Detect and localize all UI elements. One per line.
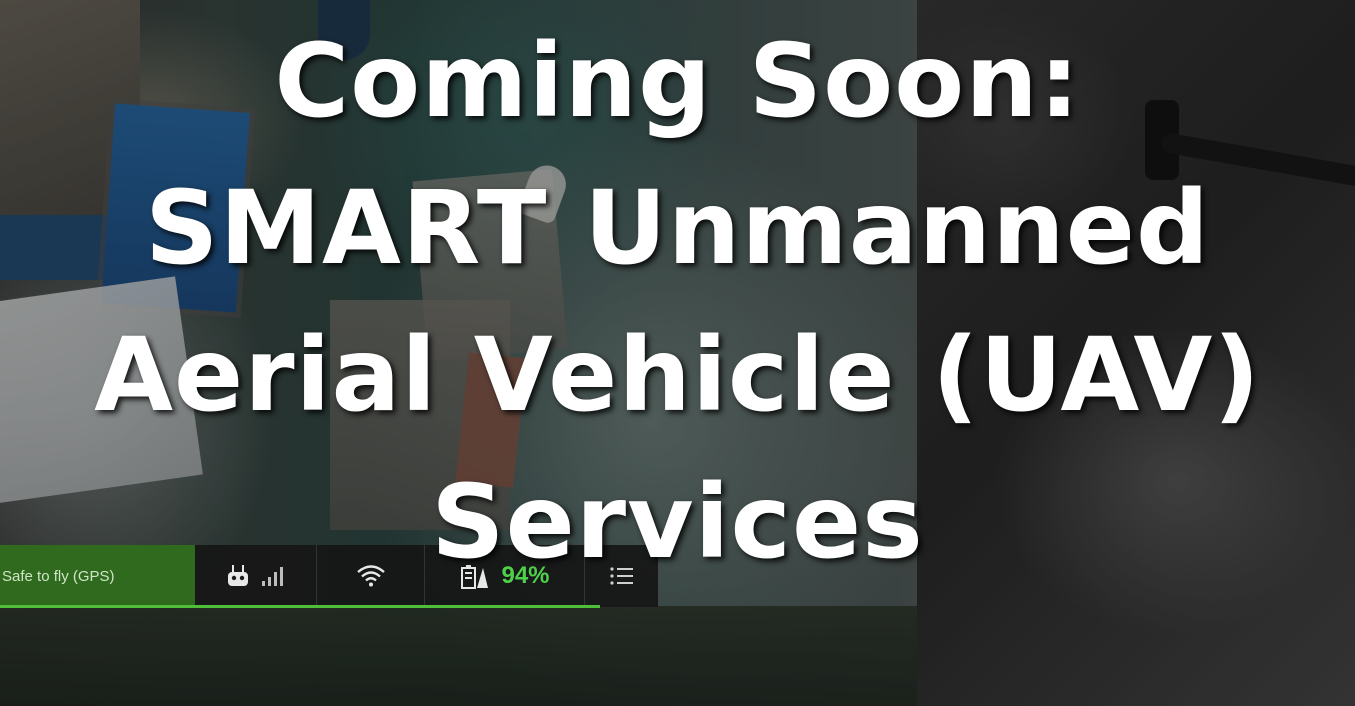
slide-title: Coming Soon: SMART Unmanned Aerial Vehic… (0, 0, 1355, 596)
hud-progress-line (0, 605, 600, 608)
title-line-3: Aerial Vehicle (UAV) (94, 316, 1261, 435)
title-line-4: Services (431, 463, 924, 582)
title-line-2: SMART Unmanned (145, 169, 1210, 288)
title-line-1: Coming Soon: (274, 22, 1081, 141)
slide: Safe to fly (GPS) 94% Coming Soon: SMART… (0, 0, 1355, 706)
